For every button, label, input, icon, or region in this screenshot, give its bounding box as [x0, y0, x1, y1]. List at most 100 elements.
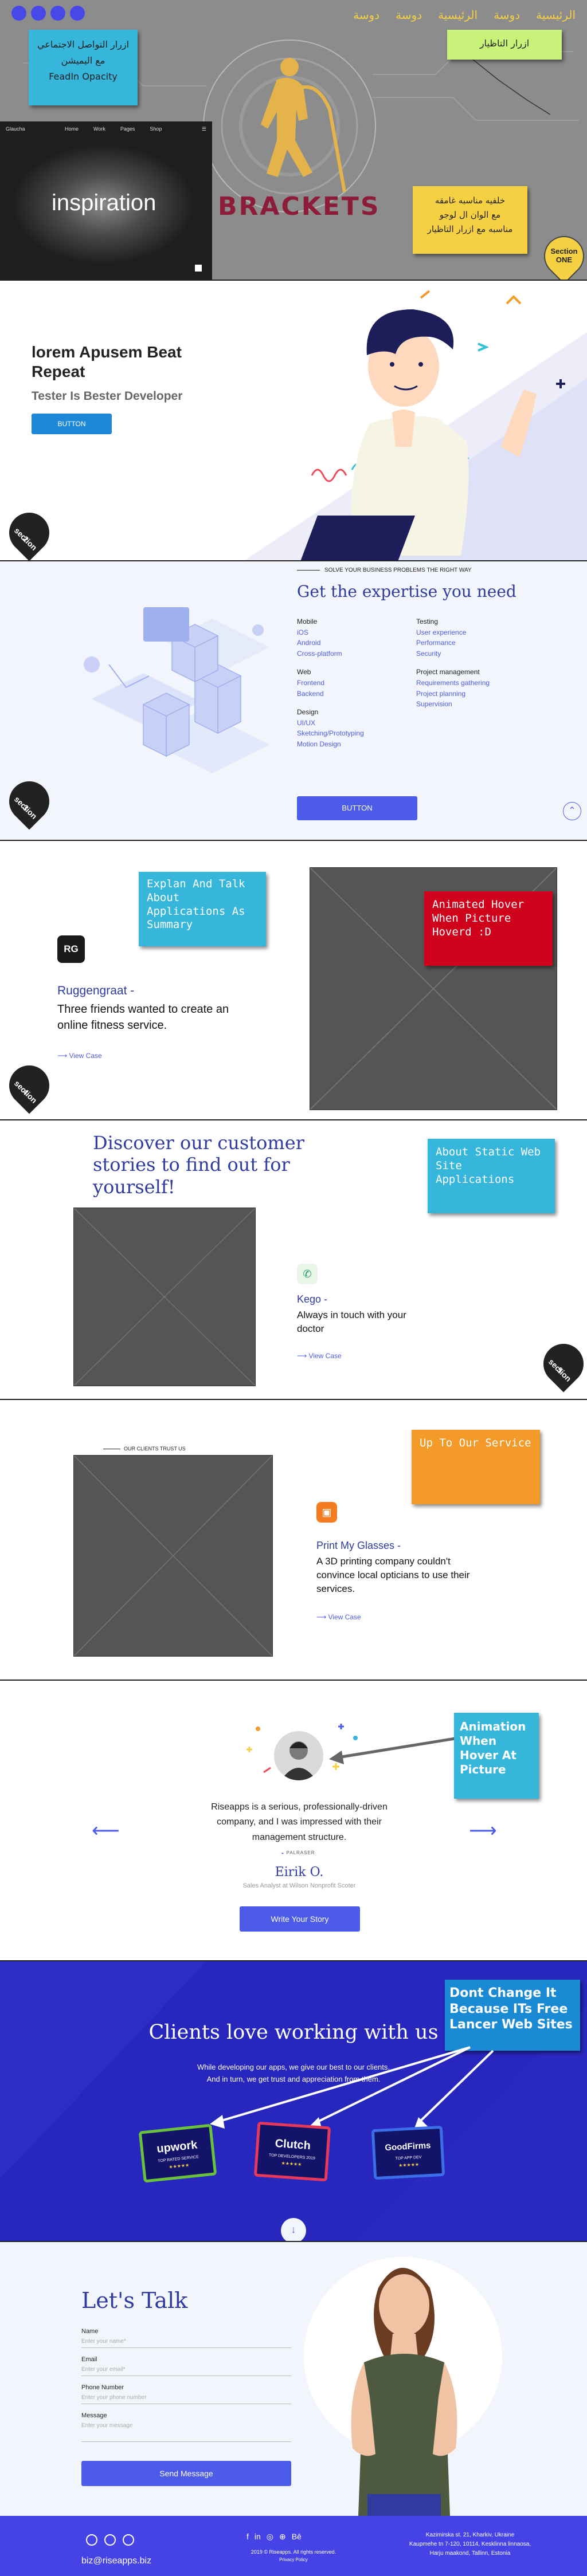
behance-icon[interactable]: Bē	[292, 2532, 302, 2542]
brand-logo: BRACKETS	[218, 192, 381, 221]
hover-animation-note: Animated Hover When Picture Hoverd :D	[424, 891, 553, 966]
social-icon-2[interactable]	[31, 6, 46, 21]
badge-upwork[interactable]: upwork TOP RATED SERVICE ★★★★★	[138, 2123, 217, 2183]
glasses-logo-icon: ▣	[316, 1502, 337, 1523]
pin-label-1: Section	[550, 247, 578, 255]
name-input[interactable]: Enter your name*	[81, 2335, 291, 2348]
dribbble-icon[interactable]: ⊕	[279, 2532, 286, 2542]
developer-illustration	[245, 290, 587, 560]
social-note-line-3: FeadIn Opacity	[49, 71, 118, 82]
arrow-down-icon[interactable]: ↓	[281, 2218, 306, 2241]
item-project-planning[interactable]: Project planning	[416, 689, 542, 699]
badge-goodfirms[interactable]: GoodFirms TOP APP DEV ★★★★★	[371, 2125, 445, 2180]
instagram-icon[interactable]: ◎	[267, 2532, 273, 2542]
item-user-experience[interactable]: User experience	[416, 627, 542, 638]
footer-email[interactable]: biz@riseapps.biz	[81, 2556, 151, 2566]
item-requirements[interactable]: Requirements gathering	[416, 678, 542, 689]
expertise-col-2: Testing User experience Performance Secu…	[416, 616, 542, 710]
badge-clutch[interactable]: Clutch TOP DEVELOPERS 2019 ★★★★★	[253, 2121, 331, 2182]
group-design: Design UI/UX Sketching/Prototyping Motio…	[297, 707, 412, 749]
group-head-testing: Testing	[416, 618, 439, 626]
address-line-2: Kaupmehe tn 7-120, 10114, Kesklinna linn…	[409, 2541, 531, 2547]
portrait-photo	[351, 2268, 457, 2516]
message-input[interactable]: Enter your message	[81, 2419, 291, 2442]
preview-menu-pages[interactable]: Pages	[120, 126, 135, 132]
preview-menu-home[interactable]: Home	[65, 126, 79, 132]
section-nine: Let's Talk Name Enter your name* Email E…	[0, 2242, 587, 2516]
footer-privacy[interactable]: Privacy Policy	[236, 2557, 351, 2562]
hero-subtitle: Tester Is Bester Developer	[32, 390, 183, 403]
walking-man-icon	[261, 58, 346, 192]
rg-logo: RG	[57, 935, 85, 963]
hero-button[interactable]: BUTTON	[32, 414, 112, 434]
expertise-button[interactable]: BUTTON	[297, 796, 417, 820]
social-icons	[11, 6, 85, 21]
email-input[interactable]: Enter your email*	[81, 2363, 291, 2376]
name-label: Name	[81, 2328, 99, 2335]
skype-icon[interactable]	[123, 2534, 134, 2546]
testimonial-brand: ◒ PALRASER	[252, 1850, 344, 1855]
nav-item-4[interactable]: دوسة	[396, 8, 422, 22]
pin-label-2: ONE	[555, 255, 573, 264]
item-android[interactable]: Android	[297, 638, 412, 648]
expertise-tagline: SOLVE YOUR BUSINESS PROBLEMS THE RIGHT W…	[297, 567, 587, 573]
badge-clutch-name: Clutch	[275, 2137, 311, 2153]
clients-tag: OUR CLIENTS TRUST US	[103, 1446, 186, 1452]
arrow-right-icon[interactable]: ⟶	[469, 1819, 497, 1842]
pin-4-label-2: 4	[21, 1087, 31, 1097]
nav-item-5[interactable]: دوسة	[353, 8, 379, 22]
social-icon-4[interactable]	[70, 6, 85, 21]
chevron-up-icon[interactable]: ⌃	[563, 802, 581, 820]
item-supervision[interactable]: Supervision	[416, 699, 542, 710]
item-performance[interactable]: Performance	[416, 638, 542, 648]
group-project-management: Project management Requirements gatherin…	[416, 667, 542, 709]
section-five: Discover our customer stories to find ou…	[0, 1120, 587, 1400]
address-line-1: Kazimirska st. 21, Kharkiv, Ukraine	[425, 2532, 515, 2538]
item-motion-design[interactable]: Motion Design	[297, 739, 412, 750]
item-frontend[interactable]: Frontend	[297, 678, 412, 689]
preview-menu-icon[interactable]: ☰	[202, 126, 206, 132]
preview-menu-work[interactable]: Work	[93, 126, 105, 132]
nav-item-1[interactable]: الرئيسية	[536, 8, 576, 22]
service-image-placeholder[interactable]	[73, 1455, 273, 1657]
item-cross-platform[interactable]: Cross-platform	[297, 648, 412, 659]
linkedin-icon[interactable]: in	[255, 2532, 261, 2542]
write-story-button[interactable]: Write Your Story	[240, 1906, 360, 1932]
social-note-line-1: ازرار التواصل الاجتماعي	[37, 39, 130, 50]
view-case-link-glasses[interactable]: View Case	[316, 1613, 361, 1621]
section-eight: Clients love working with us While devel…	[0, 1961, 587, 2242]
whatsapp-icon[interactable]	[104, 2534, 116, 2546]
item-backend[interactable]: Backend	[297, 689, 412, 699]
hover-buttons-note: ازرار التاظيار	[447, 30, 562, 60]
section-3-pin: section 3	[1, 773, 58, 830]
email-label: Email	[81, 2356, 97, 2363]
view-case-link[interactable]: View Case	[57, 1052, 102, 1060]
item-security[interactable]: Security	[416, 648, 542, 659]
phone-input[interactable]: Enter your phone number	[81, 2391, 291, 2404]
expertise-col-1: Mobile iOS Android Cross-platform Web Fr…	[297, 616, 412, 750]
arrow-left-icon[interactable]: ⟵	[92, 1819, 120, 1842]
story-image-placeholder[interactable]	[73, 1208, 256, 1386]
freelance-arrows	[210, 2046, 494, 2130]
kego-description: Always in touch with your doctor	[297, 1309, 406, 1334]
item-ios[interactable]: iOS	[297, 627, 412, 638]
group-testing: Testing User experience Performance Secu…	[416, 616, 542, 659]
item-sketching[interactable]: Sketching/Prototyping	[297, 728, 412, 739]
footer: biz@riseapps.biz f in ◎ ⊕ Bē 2019 © Rise…	[0, 2516, 587, 2576]
pin-3-label-2: 3	[21, 803, 31, 813]
avatar[interactable]	[274, 1731, 323, 1780]
view-case-link-kego[interactable]: View Case	[297, 1352, 342, 1360]
footer-contact-icons	[86, 2534, 134, 2546]
section-one-pin: Section ONE	[537, 229, 587, 280]
nav-item-2[interactable]: دوسة	[494, 8, 520, 22]
preview-menu-shop[interactable]: Shop	[150, 126, 162, 132]
facebook-icon[interactable]: f	[246, 2532, 249, 2542]
send-message-button[interactable]: Send Message	[81, 2461, 291, 2486]
hover-picture-note: Animation When Hover At Picture	[454, 1713, 539, 1799]
social-icon-3[interactable]	[50, 6, 65, 21]
footer-address: Kazimirska st. 21, Kharkiv, Ukraine Kaup…	[401, 2531, 539, 2558]
nav-item-3[interactable]: الرئيسية	[438, 8, 478, 22]
messenger-icon[interactable]	[86, 2534, 97, 2546]
social-icon-1[interactable]	[11, 6, 26, 21]
item-ui-ux[interactable]: UI/UX	[297, 718, 412, 729]
